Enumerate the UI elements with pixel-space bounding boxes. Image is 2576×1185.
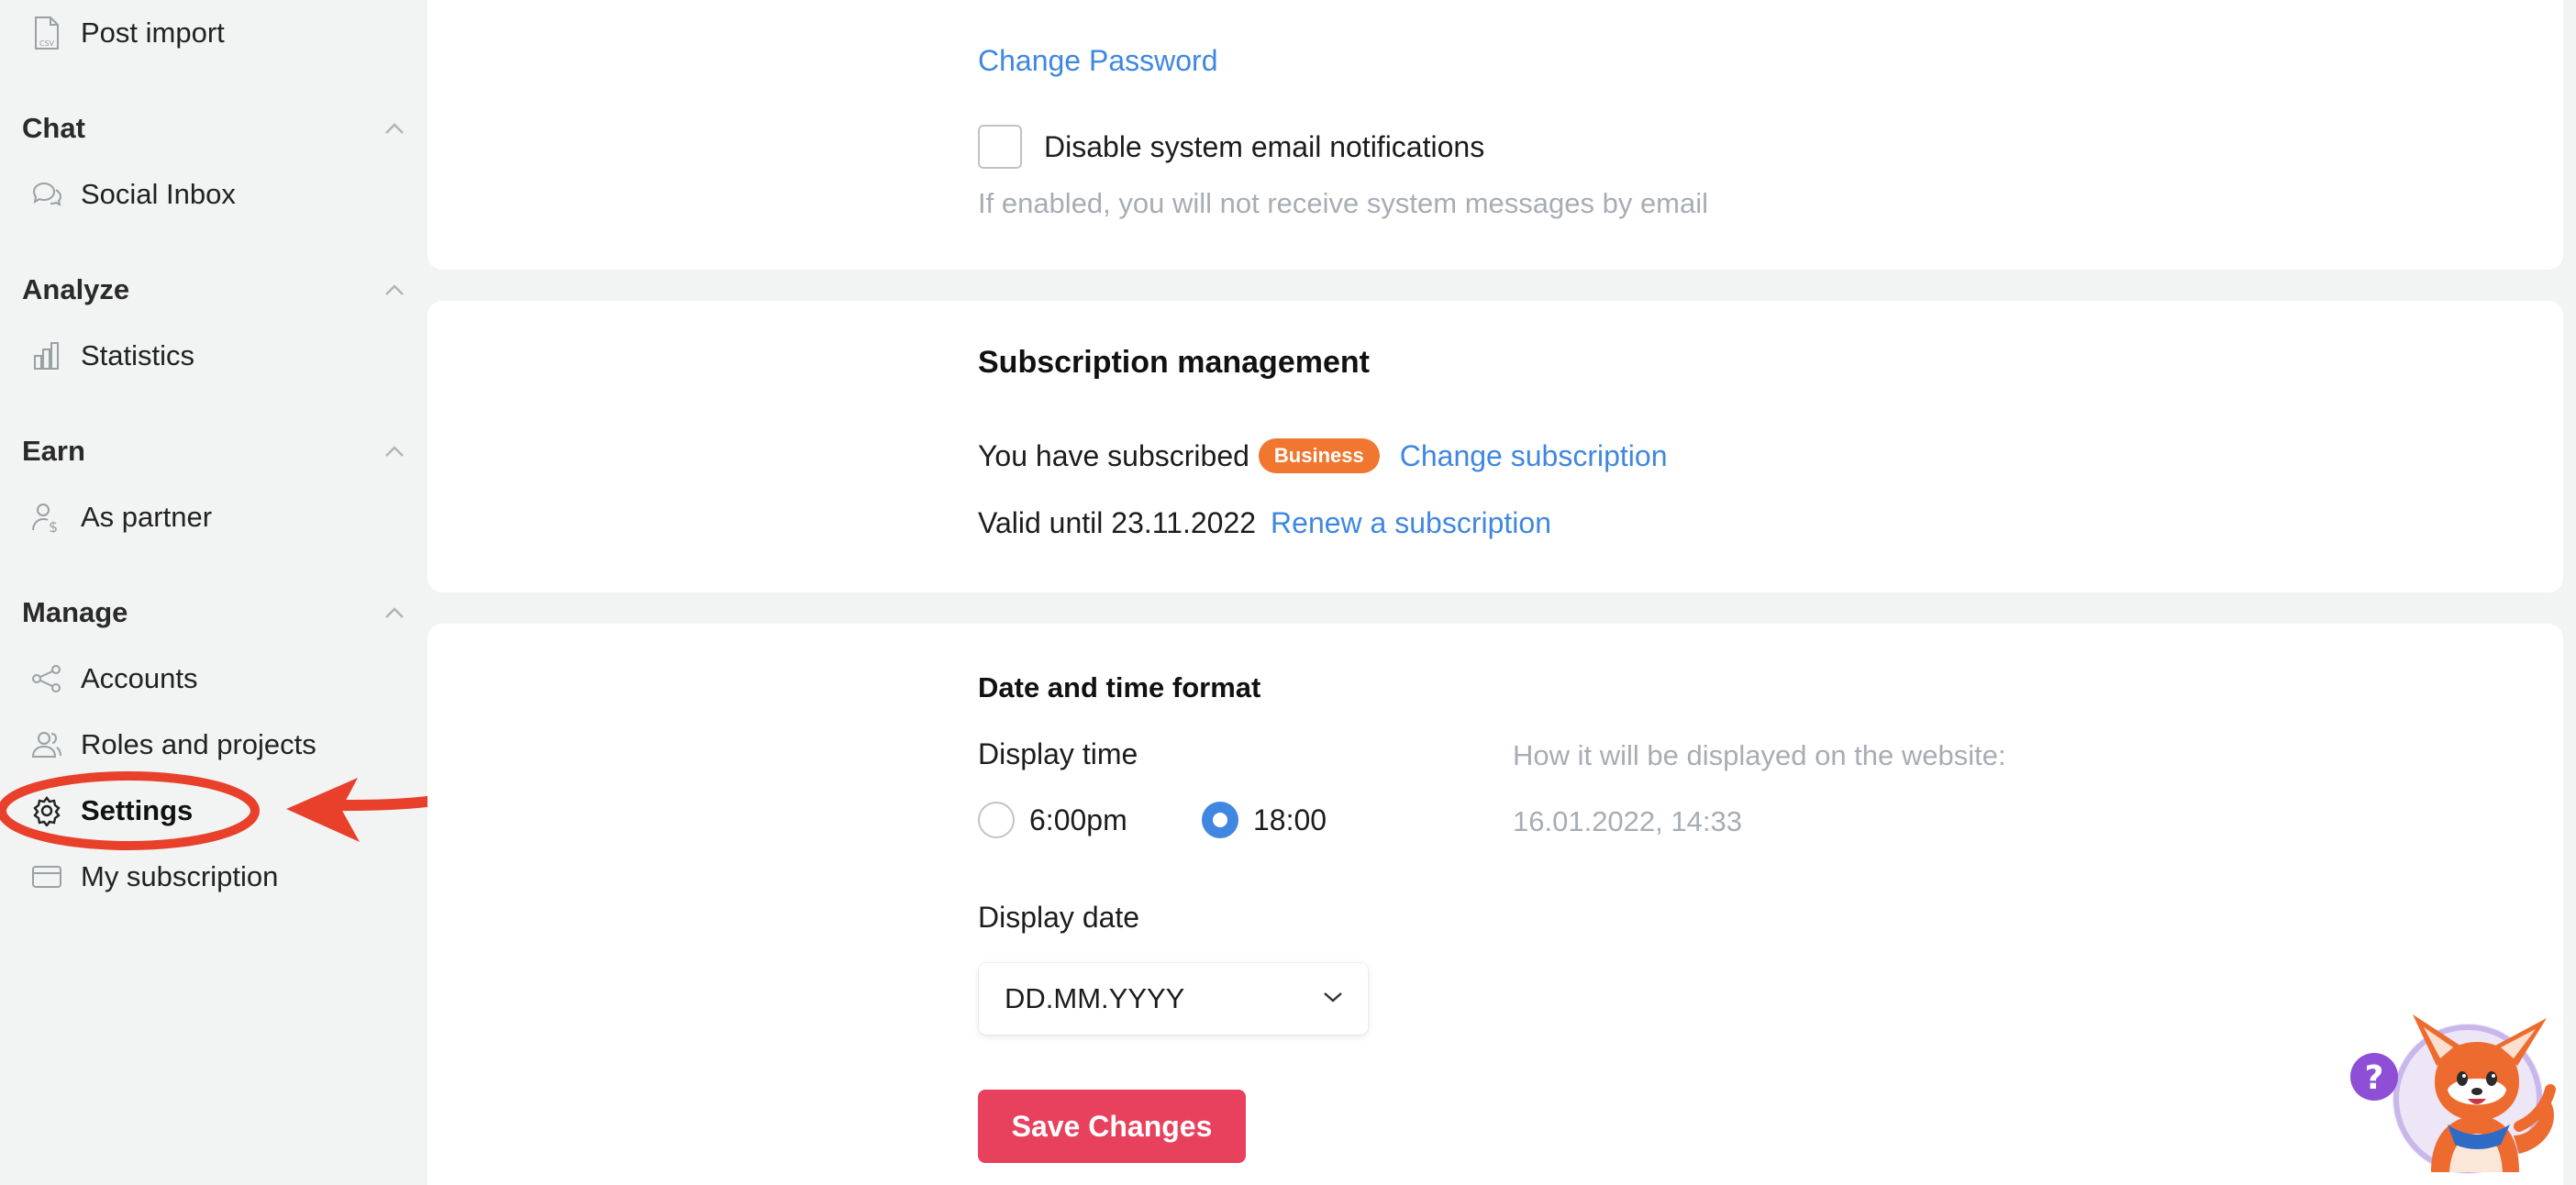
display-time-label: Display time: [978, 737, 1138, 770]
section-analyze-header[interactable]: Analyze: [22, 267, 407, 313]
time-24h-radio[interactable]: [1202, 802, 1238, 838]
share-nodes-icon: [31, 663, 62, 694]
subscription-valid-row: Valid until 23.11.2022 Renew a subscript…: [978, 506, 1551, 540]
svg-text:?: ?: [2365, 1059, 2384, 1097]
sidebar-item-label: Statistics: [81, 339, 195, 371]
section-earn-header[interactable]: Earn: [22, 428, 407, 474]
disable-notifications-hint: If enabled, you will not receive system …: [978, 187, 1709, 219]
datetime-format-card: Date and time format Display time 6:00pm…: [427, 624, 2563, 1185]
time-option-label: 6:00pm: [1029, 803, 1127, 836]
plan-badge: Business: [1258, 438, 1380, 473]
chevron-up-icon[interactable]: [382, 277, 407, 303]
display-date-label: Display date: [978, 901, 1140, 934]
sidebar: CSV Post import Chat Social Inbox Analyz…: [0, 0, 515, 1185]
time-12h-radio[interactable]: [978, 802, 1015, 838]
chevron-up-icon[interactable]: [382, 438, 407, 464]
disable-notifications-checkbox[interactable]: [978, 125, 1022, 169]
bar-chart-icon: [31, 340, 62, 371]
user-dollar-icon: $: [31, 502, 62, 533]
sidebar-item-label: Roles and projects: [81, 728, 316, 760]
section-title: Chat: [22, 112, 85, 144]
subscription-card: Subscription management You have subscri…: [427, 301, 2563, 592]
section-title: Earn: [22, 435, 85, 467]
section-manage-header[interactable]: Manage: [22, 590, 407, 636]
sidebar-item-label: Social Inbox: [81, 178, 236, 210]
date-format-select[interactable]: DD.MM.YYYY: [979, 963, 1368, 1035]
sidebar-item-accounts[interactable]: Accounts: [31, 653, 198, 704]
chevron-up-icon[interactable]: [382, 600, 407, 626]
sidebar-item-label: Accounts: [81, 662, 198, 694]
change-password-link[interactable]: Change Password: [978, 44, 1217, 78]
sidebar-item-as-partner[interactable]: $ As partner: [31, 492, 212, 543]
section-chat-header[interactable]: Chat: [22, 105, 407, 151]
sidebar-item-label: As partner: [81, 501, 213, 533]
save-changes-button[interactable]: Save Changes: [978, 1090, 1246, 1163]
change-subscription-link[interactable]: Change subscription: [1400, 439, 1668, 473]
app: CSV Post import Chat Social Inbox Analyz…: [0, 0, 2576, 1185]
chat-bubbles-icon: [31, 179, 62, 210]
subscription-plan-row: You have subscribed Business Change subs…: [978, 438, 1667, 473]
sidebar-item-label: Post import: [81, 17, 225, 49]
csv-file-icon: CSV: [31, 17, 62, 50]
account-options-card: Change Password Disable system email not…: [427, 0, 2563, 270]
datetime-title: Date and time format: [978, 671, 1261, 703]
renew-subscription-link[interactable]: Renew a subscription: [1271, 506, 1551, 540]
subscribed-text: You have subscribed: [978, 438, 1249, 472]
date-format-value: DD.MM.YYYY: [1005, 982, 1185, 1014]
sidebar-item-social-inbox[interactable]: Social Inbox: [31, 169, 236, 220]
disable-notifications-label: Disable system email notifications: [1044, 129, 1485, 163]
sidebar-item-statistics[interactable]: Statistics: [31, 330, 194, 382]
section-title: Analyze: [22, 273, 130, 305]
users-icon: [31, 729, 62, 760]
valid-until-text: Valid until 23.11.2022: [978, 506, 1257, 539]
time-option-12h[interactable]: 6:00pm: [978, 802, 1127, 838]
chevron-down-icon: [1322, 991, 1344, 1008]
chevron-up-icon[interactable]: [382, 116, 407, 141]
preview-value: 16.01.2022, 14:33: [1513, 805, 1742, 837]
disable-notifications-row: Disable system email notifications: [978, 125, 1484, 169]
help-widget[interactable]: ?: [2339, 998, 2567, 1181]
time-option-24h[interactable]: 18:00: [1202, 802, 1327, 838]
subscription-title: Subscription management: [978, 345, 1370, 380]
time-option-label: 18:00: [1253, 803, 1327, 836]
sidebar-item-post-import[interactable]: CSV Post import: [31, 7, 225, 59]
preview-label: How it will be displayed on the website:: [1513, 739, 2006, 771]
svg-text:CSV: CSV: [39, 39, 55, 48]
svg-text:$: $: [49, 518, 58, 533]
section-title: Manage: [22, 596, 128, 628]
